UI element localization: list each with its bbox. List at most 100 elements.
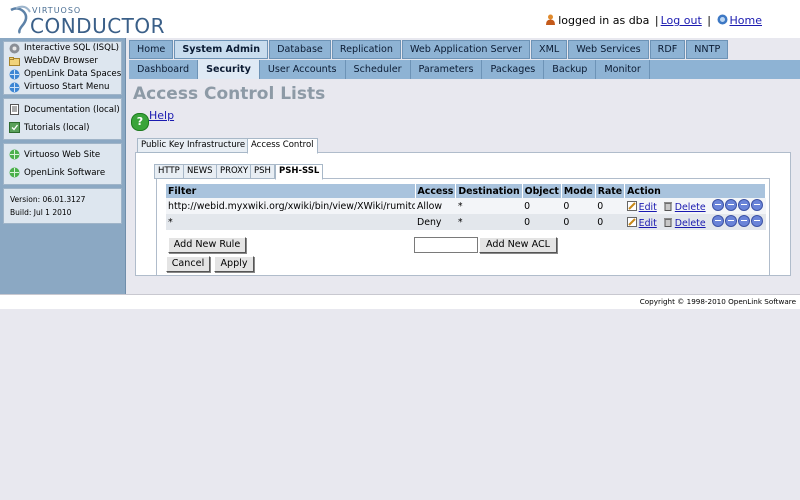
cancel-button[interactable]: Cancel [166,256,210,272]
add-new-rule-button[interactable]: Add New Rule [168,237,246,253]
filter-cell: http://webid.myxwiki.org/xwiki/bin/view/… [166,198,415,214]
header: VIRTUOSO CONDUCTOR logged in as dba | Log… [0,0,800,38]
tab-database[interactable]: Database [269,40,331,59]
tab-http[interactable]: HTTP [154,164,184,179]
tab-psh-ssl[interactable]: PSH-SSL [275,164,324,180]
tab-proxy[interactable]: PROXY [216,164,253,179]
filter-cell: * [166,214,415,230]
sidebar-item-webdav[interactable]: WebDAV Browser [4,55,121,68]
object-cell: 0 [522,214,562,230]
folder-icon [9,57,20,66]
table-row: * Deny * 0 0 0 Edit Delete [166,214,766,230]
sidebar-item-isql[interactable]: Interactive SQL (ISQL) [4,42,121,55]
main-tabs: Home System Admin Database Replication Web A… [129,40,729,59]
home-icon [717,14,728,25]
table-header-row: Filter Access Destination Object Mode Ra… [166,184,767,198]
tab-dashboard[interactable]: Dashboard [129,60,199,79]
logged-in-label: logged in as dba [558,14,650,27]
tab-news[interactable]: NEWS [183,164,217,179]
sidebar-item-virtuoso-site[interactable]: Virtuoso Web Site [4,146,121,164]
edit-icon[interactable] [626,217,637,227]
tab-backup[interactable]: Backup [544,60,597,79]
help-icon: ? [131,113,149,131]
move-first-icon[interactable] [711,215,724,227]
tab-system-admin[interactable]: System Admin [174,40,269,59]
move-last-icon[interactable] [750,215,763,227]
user-icon [546,14,556,25]
trash-icon[interactable] [663,201,673,211]
logo-conductor-text: CONDUCTOR [30,14,166,38]
tab-security[interactable]: Security [198,60,260,79]
action-cell: Edit Delete [624,198,766,214]
help-link-container[interactable]: ? Help [131,109,174,131]
tab-web-app-server[interactable]: Web Application Server [401,40,531,59]
sidebar-tools-group: Interactive SQL (ISQL) WebDAV Browser Op… [3,41,122,95]
logout-link[interactable]: Log out [661,14,702,27]
apply-button[interactable]: Apply [214,256,254,272]
tab-web-services[interactable]: Web Services [568,40,649,59]
add-new-acl-button[interactable]: Add New ACL [479,237,557,253]
tutorial-icon [9,122,20,133]
edit-icon[interactable] [626,201,637,211]
object-cell: 0 [522,198,562,214]
access-cell: Deny [415,214,456,230]
destination-cell: * [455,214,523,230]
tab-user-accounts[interactable]: User Accounts [259,60,346,79]
move-up-icon[interactable] [724,199,737,211]
tab-parameters[interactable]: Parameters [410,60,483,79]
build-label: Build: Jul 1 2010 [10,208,72,217]
sidebar-item-documentation[interactable]: Documentation (local) [4,101,121,119]
sidebar-item-start-menu[interactable]: Virtuoso Start Menu [4,81,121,94]
tab-packages[interactable]: Packages [482,60,545,79]
tab-monitor[interactable]: Monitor [596,60,650,79]
move-down-icon[interactable] [737,199,750,211]
sidebar-item-ods[interactable]: OpenLink Data Spaces [4,68,121,81]
tab-scheduler[interactable]: Scheduler [345,60,411,79]
move-up-icon[interactable] [724,215,737,227]
tab-access-control[interactable]: Access Control [247,138,318,154]
isql-icon [9,43,20,54]
mode-cell: 0 [561,214,596,230]
edit-link[interactable]: Edit [639,218,657,229]
col-mode: Mode [561,184,596,198]
help-link[interactable]: Help [149,109,174,122]
version-info: Version: 06.01.3127 Build: Jul 1 2010 [3,188,122,224]
move-first-icon[interactable] [711,199,724,211]
tab-rdf[interactable]: RDF [649,40,686,59]
logo-swirl-icon [10,5,31,34]
user-bar: logged in as dba | Log out | Home [545,14,762,27]
trash-icon[interactable] [663,217,673,227]
mode-cell: 0 [561,198,596,214]
tab-home[interactable]: Home [129,40,174,59]
new-acl-input[interactable] [414,237,478,253]
virtuoso-conductor-logo: VIRTUOSO CONDUCTOR [6,2,165,38]
home-link[interactable]: Home [730,14,762,27]
version-label: Version: 06.01.3127 [10,195,86,204]
move-last-icon[interactable] [750,199,763,211]
sidebar: Interactive SQL (ISQL) WebDAV Browser Op… [0,38,126,294]
sidebar-item-tutorials[interactable]: Tutorials (local) [4,119,121,137]
edit-link[interactable]: Edit [639,202,657,213]
col-object: Object [522,184,562,198]
col-rate: Rate [595,184,626,198]
sidebar-item-openlink-software[interactable]: OpenLink Software [4,164,121,182]
tab-public-key-infrastructure[interactable]: Public Key Infrastructure [137,138,250,153]
globe-icon [9,69,20,80]
delete-link[interactable]: Delete [675,218,706,229]
sidebar-links-group: Virtuoso Web Site OpenLink Software [3,143,122,185]
col-destination: Destination [455,184,523,198]
tab-xml[interactable]: XML [531,40,568,59]
page-title: Access Control Lists [133,84,326,104]
tab-nntp[interactable]: NNTP [686,40,729,59]
action-cell: Edit Delete [624,214,766,230]
footer: Copyright © 1998-2010 OpenLink Software [0,294,800,309]
destination-cell: * [455,198,523,214]
access-cell: Allow [415,198,456,214]
sidebar-docs-group: Documentation (local) Tutorials (local) [3,98,122,140]
tab-psh[interactable]: PSH [250,164,275,179]
col-filter: Filter [166,184,416,198]
document-icon [10,104,19,115]
tab-replication[interactable]: Replication [331,40,401,59]
move-down-icon[interactable] [737,215,750,227]
delete-link[interactable]: Delete [675,202,706,213]
